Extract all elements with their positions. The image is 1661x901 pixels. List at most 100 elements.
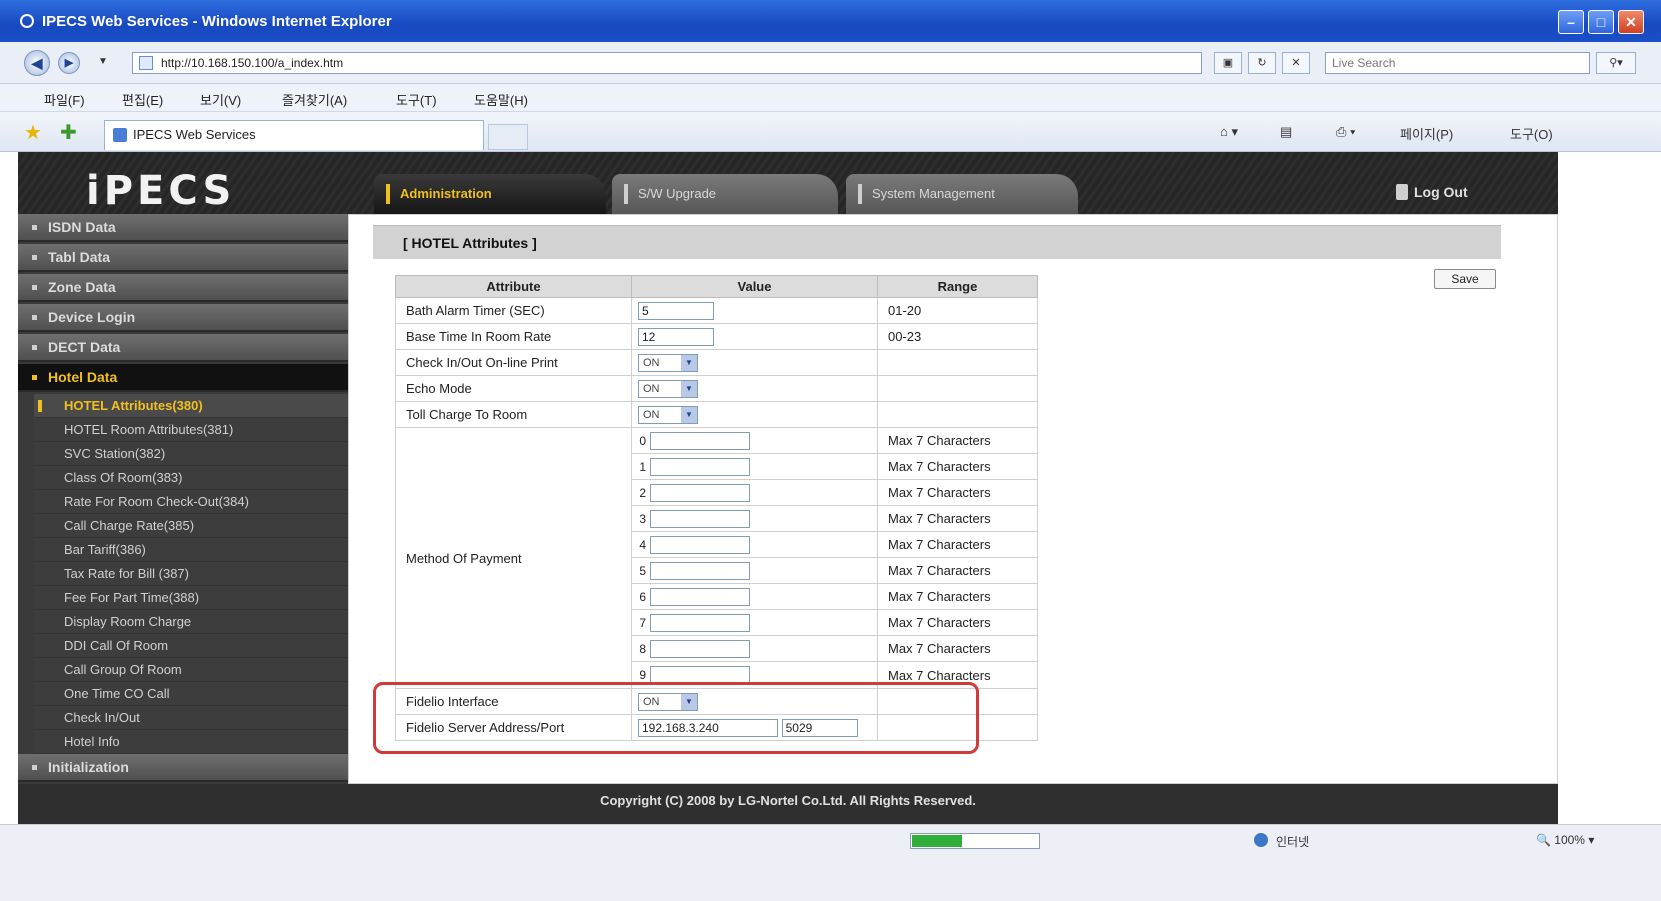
payment-ranges: Max 7 Characters Max 7 Characters Max 7 …	[877, 427, 1038, 689]
tab-system-management[interactable]: System Management	[846, 174, 1078, 214]
payment-index: 8	[639, 641, 646, 656]
base-time-input[interactable]	[638, 327, 714, 346]
sidebar-subitem[interactable]: Class Of Room(383)	[34, 466, 348, 490]
search-input[interactable]	[1332, 54, 1582, 72]
selected-marker	[38, 400, 42, 412]
save-button[interactable]: Save	[1434, 269, 1496, 289]
page-menu[interactable]: 페이지(P)	[1400, 124, 1453, 143]
sidebar-item-hotel-data[interactable]: Hotel Data	[18, 364, 348, 392]
browser-tab[interactable]: IPECS Web Services	[104, 120, 484, 150]
payment-method-input-5[interactable]	[650, 561, 750, 580]
payment-method-input-6[interactable]	[650, 587, 750, 606]
sidebar-subitem[interactable]: Call Group Of Room	[34, 658, 348, 682]
table-row-payment: Method Of Payment 0 1 2 3 4 5 6 7 8 9 Ma…	[395, 427, 1038, 689]
tab-sw-upgrade-label: S/W Upgrade	[638, 186, 717, 201]
menu-tools[interactable]: 도구(T)	[396, 90, 437, 109]
menu-help[interactable]: 도움말(H)	[474, 90, 528, 109]
menu-view[interactable]: 보기(V)	[200, 90, 241, 109]
sidebar-item-initialization[interactable]: Initialization	[18, 754, 348, 782]
bath-alarm-timer-input[interactable]	[638, 301, 714, 320]
bullet-icon	[32, 285, 37, 290]
maximize-button[interactable]: □	[1588, 10, 1614, 34]
refresh-icon[interactable]: ↻	[1248, 52, 1276, 74]
app-header: iPECS Administration S/W Upgrade System …	[18, 152, 1558, 214]
sidebar-item-isdn-data[interactable]: ISDN Data	[18, 214, 348, 242]
progress-fill	[912, 835, 962, 847]
search-box[interactable]	[1325, 52, 1590, 74]
logout-link[interactable]: Log Out	[1414, 184, 1468, 200]
sidebar-subitem[interactable]: Rate For Room Check-Out(384)	[34, 490, 348, 514]
sidebar-subitem-label: HOTEL Attributes(380)	[64, 398, 203, 413]
range-cell	[877, 349, 1038, 376]
bullet-icon	[32, 765, 37, 770]
payment-method-input-7[interactable]	[650, 613, 750, 632]
select-value: ON	[643, 382, 660, 395]
history-dropdown-icon[interactable]: ▼	[98, 56, 108, 67]
sidebar-item-zone-data[interactable]: Zone Data	[18, 274, 348, 302]
table-row: Echo Mode ON ▼	[395, 375, 1038, 402]
sidebar-item-dect-data[interactable]: DECT Data	[18, 334, 348, 362]
payment-row: 6	[632, 584, 877, 610]
range-cell: Max 7 Characters	[878, 480, 1037, 506]
menu-edit[interactable]: 편집(E)	[122, 90, 163, 109]
logout-icon[interactable]	[1396, 184, 1408, 200]
add-favorite-icon[interactable]: ✚	[60, 120, 77, 145]
payment-method-input-1[interactable]	[650, 457, 750, 476]
range-cell: Max 7 Characters	[878, 532, 1037, 558]
check-in-out-print-select[interactable]: ON ▼	[638, 353, 698, 372]
minimize-button[interactable]: –	[1558, 10, 1584, 34]
tab-administration[interactable]: Administration	[374, 174, 606, 214]
range-cell: Max 7 Characters	[878, 610, 1037, 636]
sidebar-subitem[interactable]: Bar Tariff(386)	[34, 538, 348, 562]
menu-file[interactable]: 파일(F)	[44, 90, 85, 109]
sidebar-subitem[interactable]: Call Charge Rate(385)	[34, 514, 348, 538]
menu-bar: 파일(F) 편집(E) 보기(V) 즐겨찾기(A) 도구(T) 도움말(H)	[0, 84, 1661, 112]
close-button[interactable]: ✕	[1618, 10, 1644, 34]
print-icon[interactable]: ⎙ ▾	[1336, 124, 1355, 140]
toll-charge-select[interactable]: ON ▼	[638, 405, 698, 424]
tab-sw-upgrade[interactable]: S/W Upgrade	[612, 174, 838, 214]
zoom-level[interactable]: 🔍 100% ▾	[1536, 833, 1594, 847]
sidebar-subitem[interactable]: Hotel Info	[34, 730, 348, 754]
sidebar-subitem[interactable]: Fee For Part Time(388)	[34, 586, 348, 610]
back-button[interactable]: ◀	[24, 50, 50, 76]
range-cell	[877, 375, 1038, 402]
sidebar-item-device-login[interactable]: Device Login	[18, 304, 348, 332]
payment-row: 7	[632, 610, 877, 636]
feeds-icon[interactable]: ▤	[1280, 124, 1292, 140]
sidebar-subitem[interactable]: HOTEL Room Attributes(381)	[34, 418, 348, 442]
sidebar-subitem[interactable]: One Time CO Call	[34, 682, 348, 706]
sidebar-subitem[interactable]: SVC Station(382)	[34, 442, 348, 466]
range-cell	[877, 401, 1038, 428]
payment-method-input-0[interactable]	[650, 431, 750, 450]
bullet-icon	[32, 345, 37, 350]
sidebar-subitem-label: Call Charge Rate(385)	[64, 518, 195, 533]
payment-index: 2	[639, 485, 646, 500]
payment-method-input-3[interactable]	[650, 509, 750, 528]
payment-method-input-8[interactable]	[650, 639, 750, 658]
stop-icon[interactable]: ✕	[1282, 52, 1310, 74]
payment-method-input-2[interactable]	[650, 483, 750, 502]
tools-menu[interactable]: 도구(O)	[1510, 124, 1553, 143]
sidebar-subitem[interactable]: Tax Rate for Bill (387)	[34, 562, 348, 586]
forward-button[interactable]: ▶	[58, 52, 80, 74]
home-icon[interactable]: ⌂ ▾	[1220, 124, 1238, 140]
sidebar-item-label: Tabl Data	[48, 249, 110, 265]
new-tab-button[interactable]	[488, 124, 528, 150]
sidebar-subitem-hotel-attributes[interactable]: HOTEL Attributes(380)	[34, 394, 348, 418]
menu-favorites[interactable]: 즐겨찾기(A)	[282, 90, 347, 109]
search-icon[interactable]: ⚲▾	[1596, 52, 1636, 74]
payment-inputs: 0 1 2 3 4 5 6 7 8 9	[631, 427, 878, 689]
payment-method-input-4[interactable]	[650, 535, 750, 554]
favorites-star-icon[interactable]: ★	[24, 120, 42, 145]
chevron-down-icon: ▼	[681, 354, 697, 371]
echo-mode-select[interactable]: ON ▼	[638, 379, 698, 398]
sidebar-subitem-label: Tax Rate for Bill (387)	[64, 566, 189, 581]
sidebar-item-tabl-data[interactable]: Tabl Data	[18, 244, 348, 272]
compatibility-icon[interactable]: ▣	[1214, 52, 1242, 74]
sidebar-subitem[interactable]: DDI Call Of Room	[34, 634, 348, 658]
sidebar-subitem[interactable]: Check In/Out	[34, 706, 348, 730]
sidebar-subitem[interactable]: Display Room Charge	[34, 610, 348, 634]
sidebar-subitem-label: Bar Tariff(386)	[64, 542, 146, 557]
url-field[interactable]: http://10.168.150.100/a_index.htm	[132, 52, 1202, 74]
